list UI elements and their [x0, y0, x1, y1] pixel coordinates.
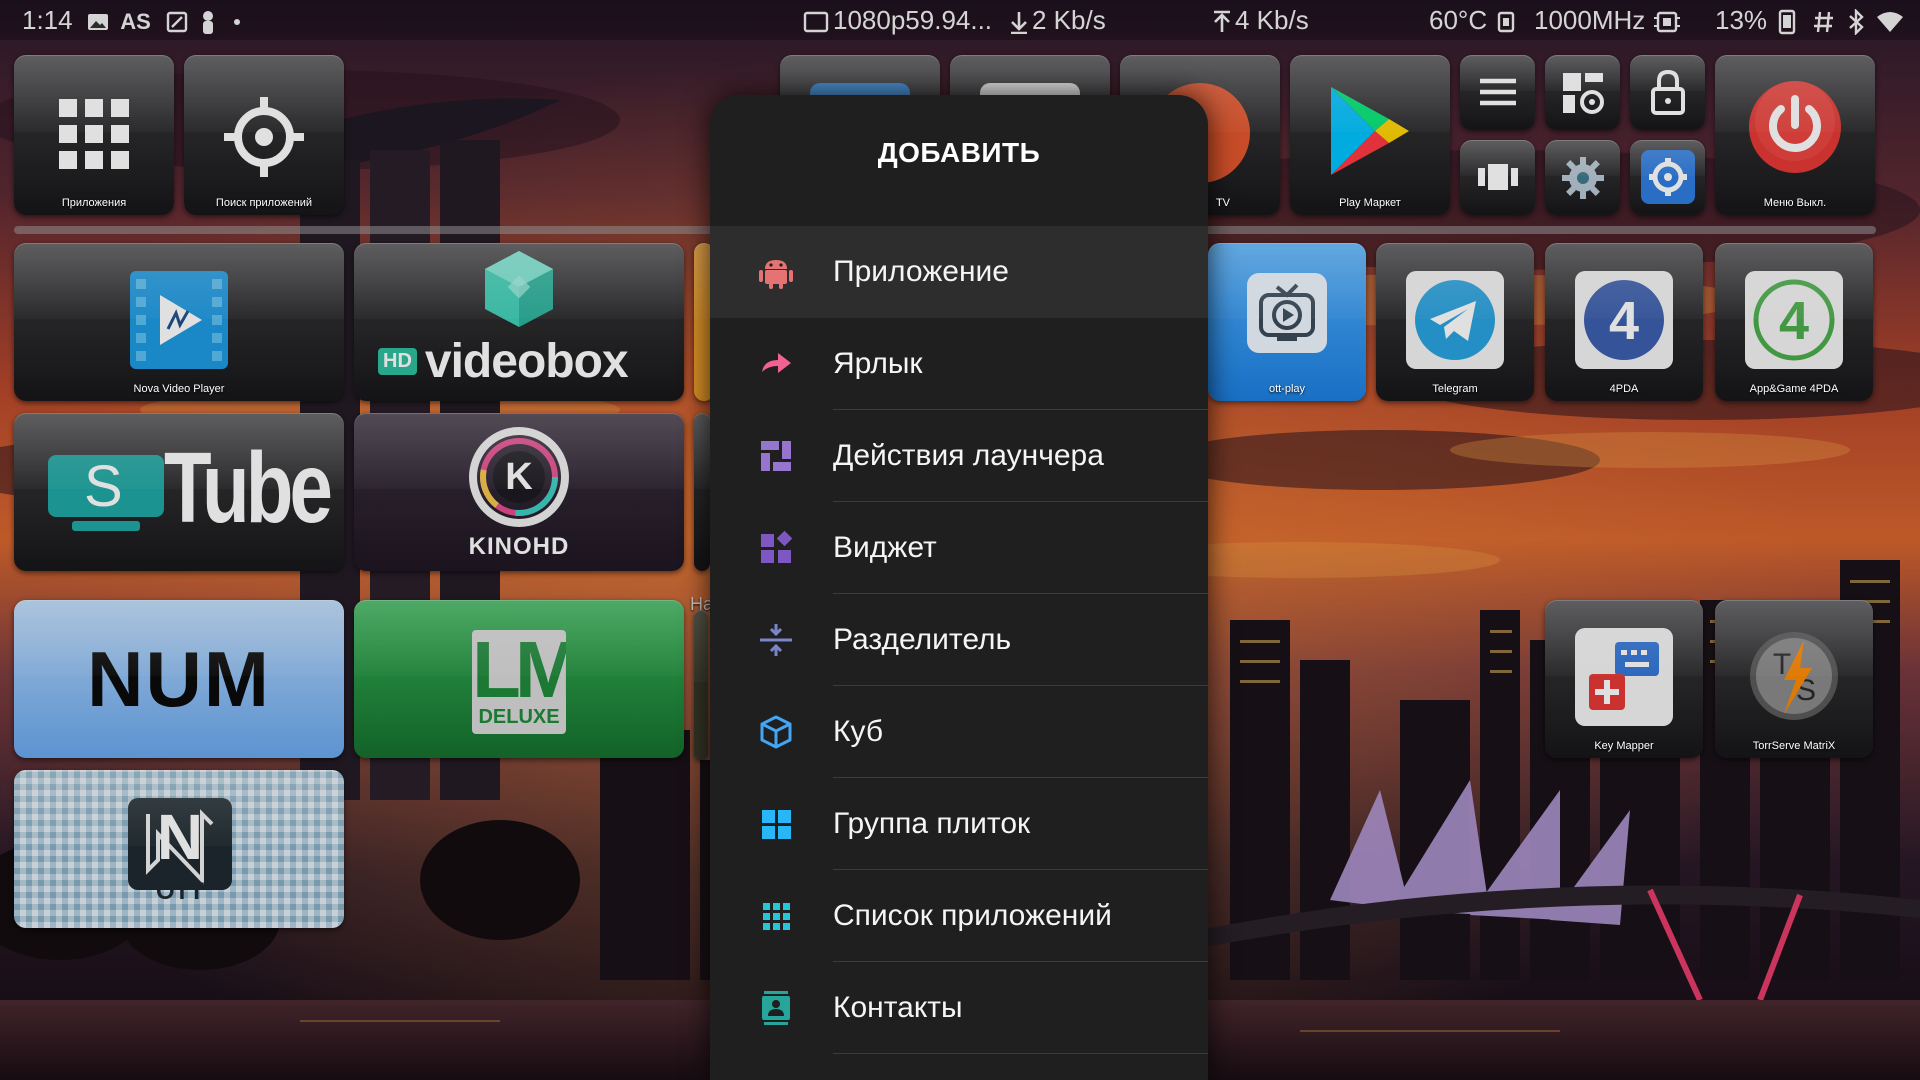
tile-label: Поиск приложений [215, 197, 313, 209]
widget-icon [761, 530, 793, 563]
menu-item-divider[interactable]: Разделитель [710, 594, 1208, 686]
tile-label: TorrServe MatriX [1752, 740, 1836, 752]
tile-label: Nova Video Player [133, 383, 225, 395]
divider-icon [760, 624, 792, 656]
tile-label: Key Mapper [1594, 740, 1654, 752]
menu-item-launcher-actions[interactable]: Действия лаунчера [710, 410, 1208, 502]
add-menu: ДОБАВИТЬ Приложение Ярлык Действия лаунч… [710, 95, 1208, 1080]
tile-group-icon [762, 810, 791, 839]
menu-item-tile-group[interactable]: Группа плиток [710, 778, 1208, 870]
shortcut-arrow-icon [762, 353, 791, 373]
menu-item-widget[interactable]: Виджет [710, 502, 1208, 594]
tile-label: App&Game 4PDA [1749, 383, 1839, 395]
menu-item-label: Группа плиток [833, 807, 1031, 840]
contacts-icon [762, 991, 790, 1025]
cube-icon [760, 715, 792, 749]
menu-item-label: Приложение [833, 255, 1009, 288]
menu-item-label: Ярлык [833, 347, 923, 380]
menu-divider [833, 1053, 1208, 1054]
menu-item-cube[interactable]: Куб [710, 686, 1208, 778]
menu-item-app-list[interactable]: Список приложений [710, 870, 1208, 962]
menu-item-contacts[interactable]: Контакты [710, 962, 1208, 1054]
menu-item-shortcut[interactable]: Ярлык [710, 318, 1208, 410]
tile-label: TV [1215, 197, 1230, 209]
menu-item-label: Разделитель [833, 623, 1012, 656]
menu-item-label: Контакты [833, 991, 963, 1024]
tile-label: Меню Выкл. [1763, 197, 1827, 209]
tile-label: ott-play [1268, 383, 1306, 395]
android-icon [759, 260, 793, 289]
menu-item-label: Виджет [833, 531, 937, 564]
tile-label: Telegram [1432, 383, 1478, 395]
launcher-actions-icon [761, 441, 791, 471]
menu-title: ДОБАВИТЬ [877, 137, 1041, 168]
tile-label: Приложения [61, 197, 127, 209]
menu-item-label: Действия лаунчера [833, 439, 1104, 472]
menu-item-application[interactable]: Приложение [710, 226, 1208, 318]
tile-label: 4PDA [1609, 383, 1639, 395]
app-list-icon [763, 903, 790, 930]
menu-item-label: Куб [833, 715, 883, 748]
menu-item-label: Список приложений [833, 899, 1112, 932]
tile-label: Play Маркет [1339, 197, 1401, 209]
